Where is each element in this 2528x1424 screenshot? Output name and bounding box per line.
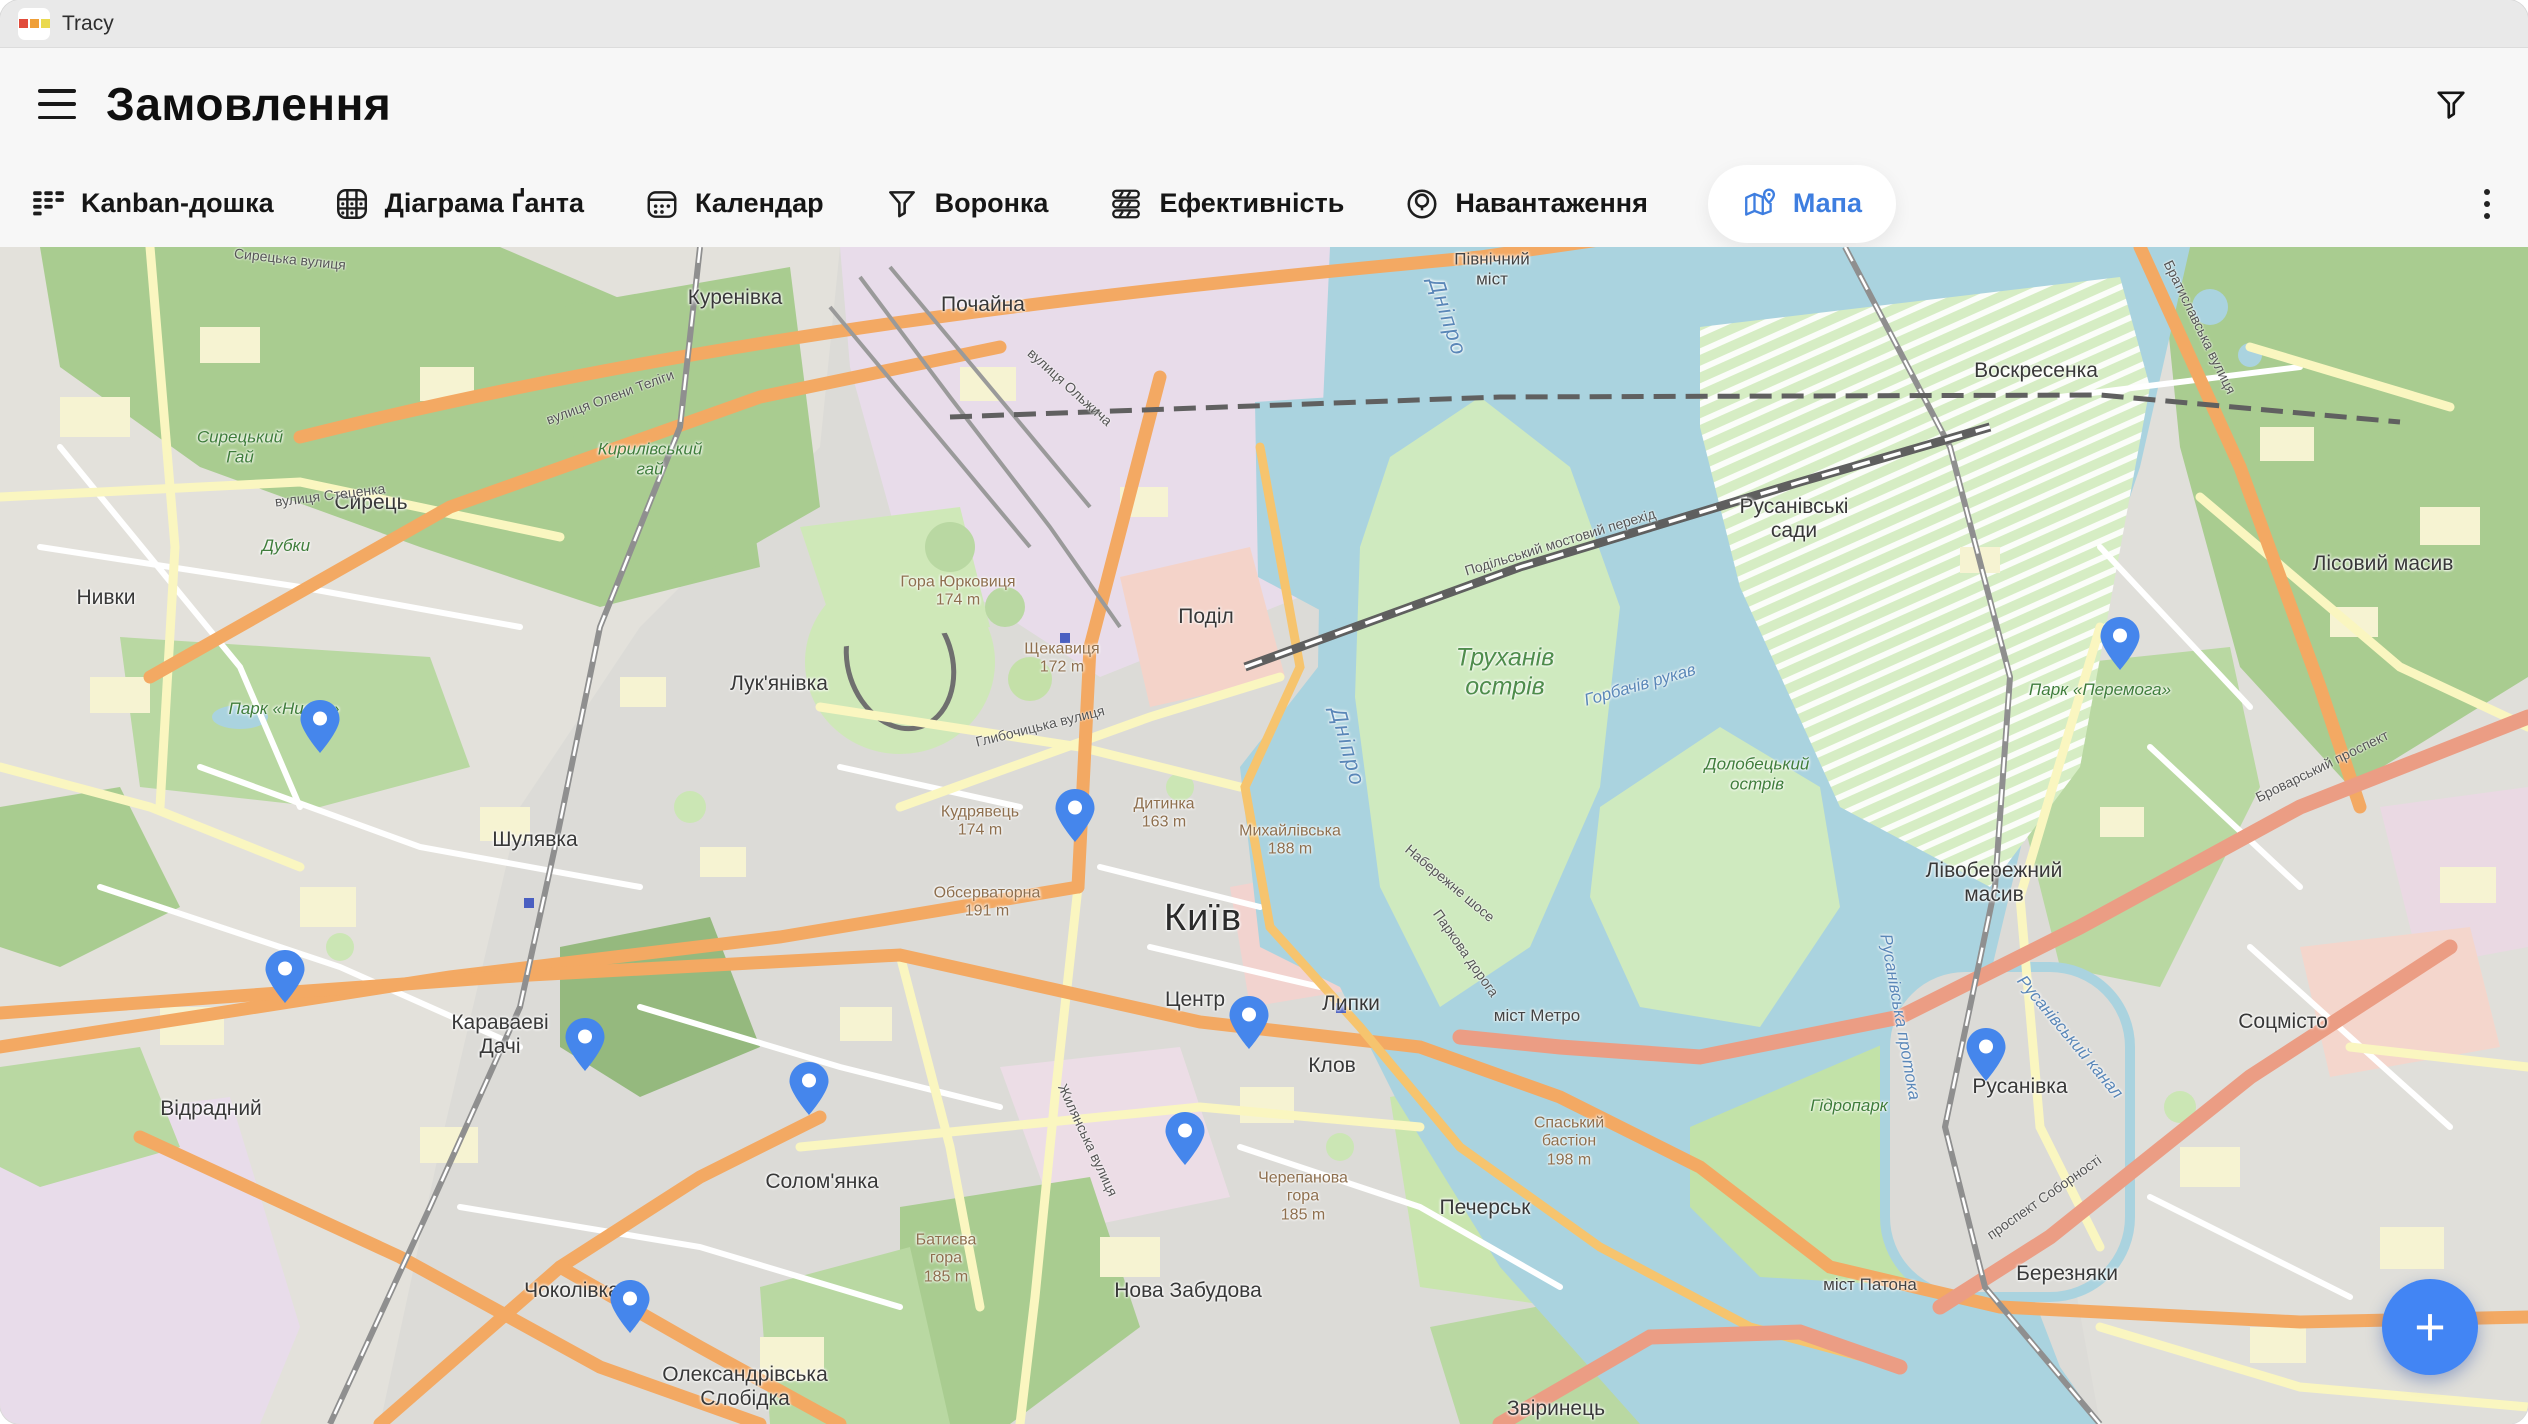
plus-icon: + [2414,1300,2446,1354]
tab-label: Мапа [1793,188,1862,219]
tab-calendar[interactable]: Календар [644,186,824,222]
map-pin[interactable] [1164,1111,1206,1166]
map-pin[interactable] [264,949,306,1004]
page-title: Замовлення [106,77,391,131]
map-pin[interactable] [788,1061,830,1116]
map-pin[interactable] [609,1279,651,1334]
map-canvas[interactable]: КуренівкаПочайнаПівнічний містВоскресенк… [0,247,2528,1424]
view-tabbar: Kanban-дошка Діаграма Ґанта Календар Воронк… [0,160,2528,247]
tab-label: Kanban-дошка [81,188,274,219]
view-tabs: Kanban-дошка Діаграма Ґанта Календар Воронк… [30,165,2476,243]
tracy-logo-icon [18,8,50,40]
map-pin[interactable] [299,699,341,754]
kanban-icon [30,186,66,222]
tab-label: Діаграма Ґанта [385,188,584,219]
tab-map[interactable]: Мапа [1708,165,1896,243]
tab-kanban[interactable]: Kanban-дошка [30,186,274,222]
tab-efficiency[interactable]: Ефективність [1108,186,1344,222]
gantt-icon [334,186,370,222]
map-pin[interactable] [1965,1027,2007,1082]
tab-gantt[interactable]: Діаграма Ґанта [334,186,584,222]
tab-funnel[interactable]: Воронка [884,186,1049,222]
map-pin[interactable] [564,1017,606,1072]
app-window: Tracy Замовлення Kanban-дошка Діаграма Ґа… [0,0,2528,1424]
tab-label: Календар [695,188,824,219]
tab-label: Ефективність [1159,188,1344,219]
map-pin[interactable] [1228,995,1270,1050]
funnel-icon [884,186,920,222]
titlebar: Tracy [0,0,2528,48]
page-header: Замовлення [0,48,2528,160]
tab-label: Воронка [935,188,1049,219]
add-order-fab[interactable]: + [2382,1279,2478,1375]
map-pin[interactable] [1054,788,1096,843]
titlebar-title: Tracy [62,12,114,36]
kebab-menu-icon[interactable] [2476,181,2498,227]
tab-load[interactable]: Навантаження [1404,186,1648,222]
tab-label: Навантаження [1455,188,1648,219]
map-pin[interactable] [2099,616,2141,671]
calendar-icon [644,186,680,222]
map-tiles [0,247,2528,1424]
load-icon [1404,186,1440,222]
efficiency-icon [1108,186,1144,222]
filter-icon[interactable] [2426,79,2476,129]
map-icon [1742,186,1778,222]
hamburger-icon[interactable] [38,89,76,119]
